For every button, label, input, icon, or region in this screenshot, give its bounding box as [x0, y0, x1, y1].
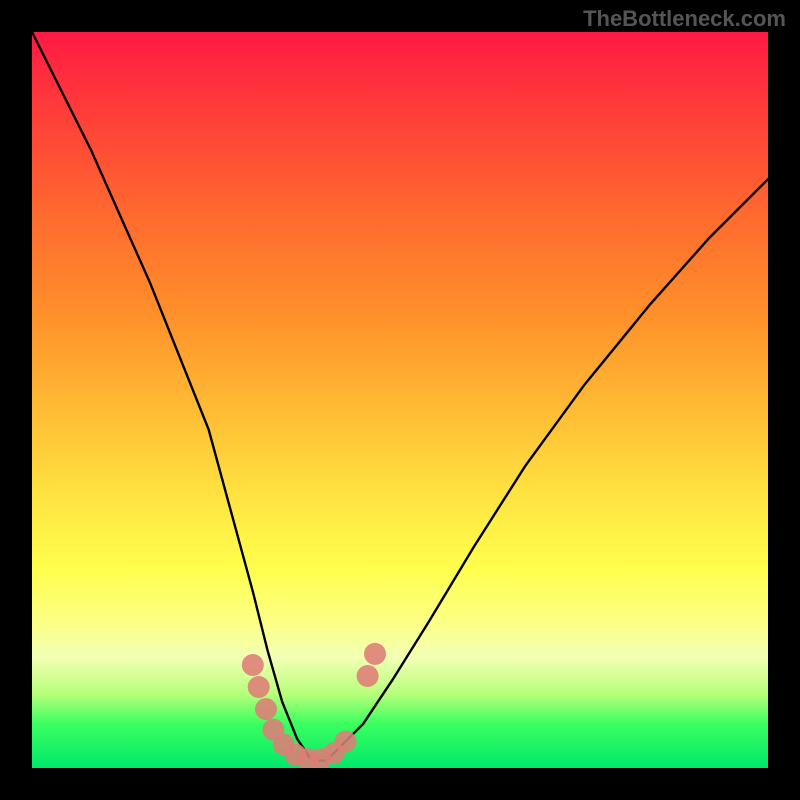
marker-point [248, 676, 270, 698]
marker-point [255, 698, 277, 720]
curve-right [312, 179, 768, 760]
watermark-text: TheBottleneck.com [583, 6, 786, 32]
plot-area [32, 32, 768, 768]
chart-frame: TheBottleneck.com [0, 0, 800, 800]
marker-point [357, 665, 379, 687]
highlight-markers [242, 643, 386, 768]
marker-point [335, 731, 357, 753]
curve-left [32, 32, 312, 761]
marker-point [242, 654, 264, 676]
marker-point [364, 643, 386, 665]
chart-svg [32, 32, 768, 768]
